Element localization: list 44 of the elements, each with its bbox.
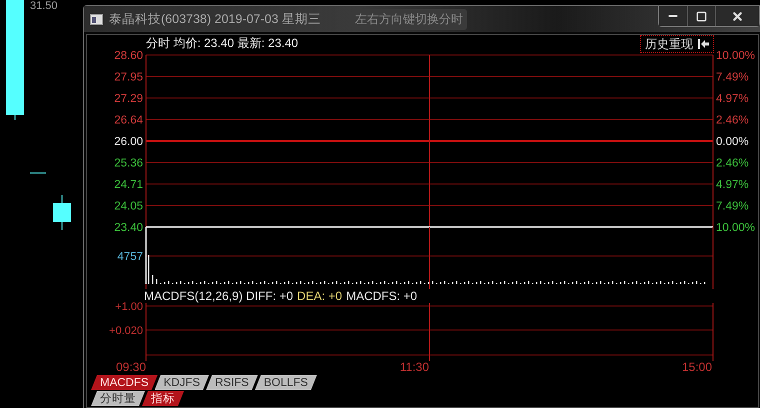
window-title: 泰晶科技(603738) 2019-07-03 星期三 [109,10,321,28]
maximize-icon [696,10,707,22]
price-label: 31.50 [30,0,58,12]
percent-axis-label: 7.49% [716,72,749,84]
volume-axis-label: 4757 [117,251,143,263]
percent-axis-label: 2.46% [716,114,749,126]
price-summary: 分时 均价: 23.40 最新: 23.40 [146,36,298,50]
percent-axis-label: 4.97% [716,179,749,191]
macd-axis-label: +0.020 [109,325,143,337]
percent-axis-label: 4.97% [716,93,749,105]
indicator-tab[interactable]: MACDFS [91,375,158,390]
percent-axis-label: 10.00% [716,50,756,62]
time-axis-label: 15:00 [682,361,712,374]
percent-axis-label: 2.46% [716,158,749,170]
percent-axis-label: 10.00% [716,222,756,234]
price-axis-label: 25.36 [114,158,143,170]
minimize-button[interactable] [659,6,687,26]
price-axis-label: 26.00 [114,136,143,148]
close-icon [731,10,744,22]
percent-axis-label: 7.49% [716,200,749,212]
price-axis-label: 24.71 [114,179,143,191]
indicator-tab[interactable]: RSIFS [206,375,258,390]
price-axis-label: 27.29 [114,93,143,105]
time-axis-label: 11:30 [400,361,429,374]
maximize-button[interactable] [687,6,715,26]
indicator-legend-text: MACDFS(12,26,9) DIFF: +0 [144,289,294,303]
indicator-tab[interactable]: KDJFS [154,375,209,390]
indicator-legend-text: DEA: +0 [297,289,342,303]
price-axis-label: 26.64 [114,114,143,126]
price-axis-label: 28.60 [114,50,143,62]
close-button[interactable] [715,6,759,26]
indicator-legend-text: MACDFS: +0 [346,289,418,303]
macd-axis-label: +1.00 [115,301,143,313]
view-tab[interactable]: 分时量 [91,391,145,406]
price-axis-label: 27.95 [114,72,143,84]
price-axis-label: 24.05 [114,200,143,212]
indicator-tab[interactable]: BOLLFS [254,375,317,390]
time-axis-label: 09:30 [116,361,146,374]
arrow-left-to-line-icon [698,39,709,49]
view-tab[interactable]: 指标 [142,391,184,406]
price-axis-label: 23.40 [114,222,143,234]
history-replay-button[interactable]: 历史重现 [640,35,714,53]
percent-axis-label: 0.00% [716,136,749,148]
window-icon [90,14,103,24]
